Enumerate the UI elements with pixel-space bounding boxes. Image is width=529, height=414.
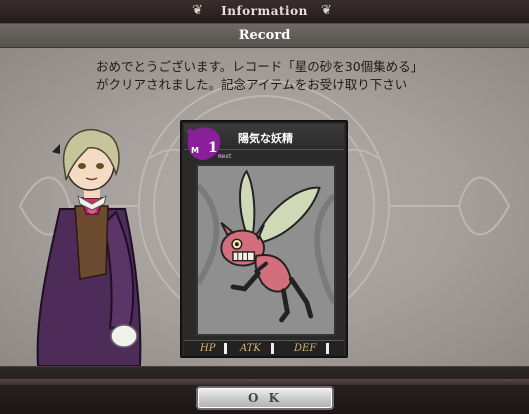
- message-line-1: おめでとうございます。レコード「星の砂を30個集める」: [96, 59, 424, 74]
- card-next-label: next: [218, 153, 232, 160]
- card-rank: M: [191, 146, 199, 155]
- stat-def-bar: [326, 343, 329, 354]
- ok-button[interactable]: O K: [196, 386, 334, 410]
- fairy-monster-art: [196, 164, 336, 336]
- footer-bar: O K: [0, 366, 529, 414]
- reward-card: 陽気な妖精 M 1 next HP ATK DEF: [180, 120, 348, 358]
- card-level: 1: [208, 140, 218, 156]
- host-character-illustration: [36, 128, 142, 366]
- record-message: おめでとうございます。レコード「星の砂を30個集める」 がクリアされました。記念…: [96, 58, 516, 94]
- ok-button-label: O K: [247, 391, 283, 405]
- record-header: Record: [0, 24, 529, 48]
- stat-hp-bar: [224, 343, 227, 354]
- card-name: 陽気な妖精: [238, 132, 293, 145]
- record-panel: おめでとうございます。レコード「星の砂を30個集める」 がクリアされました。記念…: [0, 48, 529, 366]
- stat-atk-bar: [271, 343, 274, 354]
- information-title: Information: [221, 4, 308, 18]
- information-header: ❦ Information ❦: [0, 0, 529, 24]
- stat-atk-label: ATK: [240, 343, 261, 354]
- card-stats: HP ATK DEF: [184, 340, 344, 356]
- footer-divider: [0, 379, 529, 385]
- stat-hp-label: HP: [200, 343, 216, 354]
- information-window: ❦ Information ❦ Record おめでとうございます。レコード「星…: [0, 0, 529, 414]
- record-title: Record: [238, 28, 291, 43]
- stat-def-label: DEF: [294, 343, 317, 354]
- flourish-right-icon: ❦: [321, 3, 332, 18]
- message-line-2: がクリアされました。記念アイテムをお受け取り下さい: [96, 77, 408, 92]
